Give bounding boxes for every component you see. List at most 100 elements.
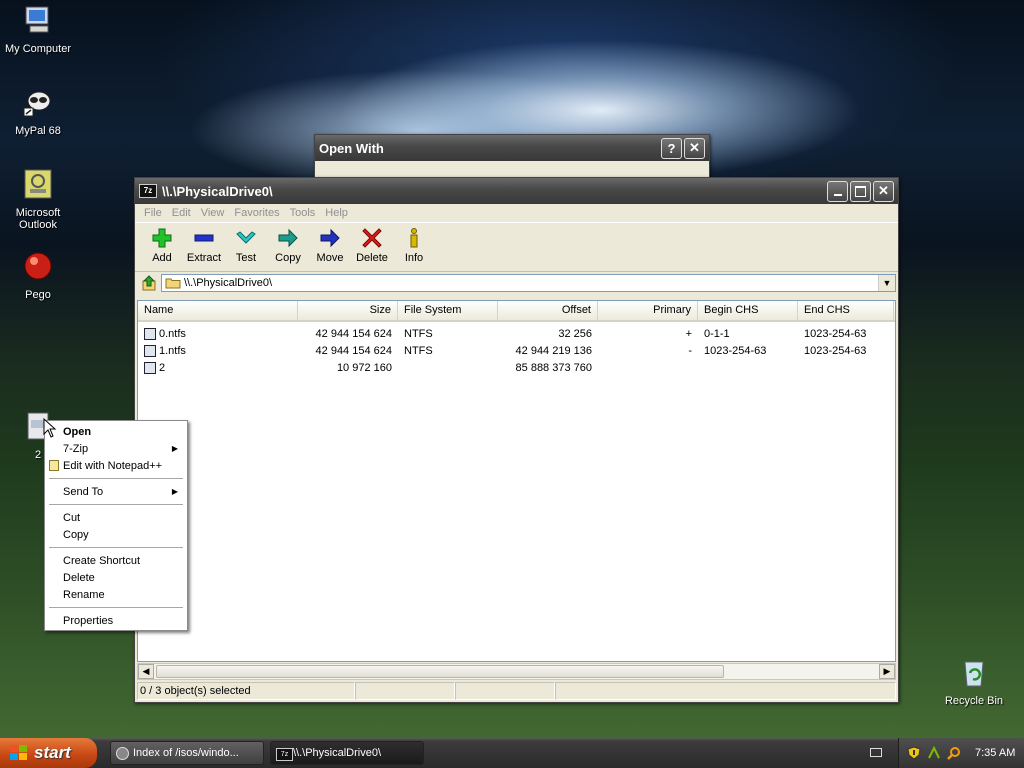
notepad-icon — [49, 460, 59, 471]
scroll-thumb[interactable] — [156, 665, 724, 678]
menu-separator — [49, 547, 183, 548]
up-folder-button[interactable] — [137, 274, 161, 292]
move-label: Move — [316, 252, 344, 264]
column-header-primary[interactable]: Primary — [598, 301, 698, 320]
extract-button[interactable]: Extract — [183, 227, 225, 264]
desktop-icon-recycle-bin[interactable]: Recycle Bin — [934, 656, 1014, 707]
arrow-right-icon — [278, 228, 298, 248]
row-name: 2 — [159, 362, 166, 374]
close-button[interactable]: ✕ — [684, 137, 705, 159]
clock[interactable]: 7:35 AM — [975, 747, 1015, 759]
desktop-icon-label: My Computer — [4, 43, 72, 55]
column-header-end-chs[interactable]: End CHS — [798, 301, 894, 320]
mouse-cursor-icon — [43, 418, 57, 438]
file-manager-window[interactable]: 7z \\.\PhysicalDrive0\ ✕ File Edit View … — [134, 177, 899, 703]
taskbar-button-7zip[interactable]: 7z \\.\PhysicalDrive0\ — [270, 741, 424, 765]
menu-item-copy[interactable]: Copy — [46, 526, 186, 543]
menu-item-label: Copy — [63, 528, 89, 541]
column-header-offset[interactable]: Offset — [498, 301, 598, 320]
menu-item-label: Edit with Notepad++ — [63, 459, 163, 472]
menu-view[interactable]: View — [196, 207, 230, 219]
menu-edit[interactable]: Edit — [167, 207, 196, 219]
menu-item-send-to[interactable]: Send To ▶ — [46, 483, 186, 500]
address-input[interactable]: \\.\PhysicalDrive0\ ▼ — [161, 274, 896, 292]
computer-icon — [25, 6, 49, 33]
menu-item-cut[interactable]: Cut — [46, 509, 186, 526]
menu-item-rename[interactable]: Rename — [46, 586, 186, 603]
row-primary — [598, 360, 698, 377]
keyboard-icon[interactable] — [870, 748, 882, 757]
desktop-icon-mypal[interactable]: MyPal 68 — [0, 86, 78, 137]
file-list[interactable]: Name Size File System Offset Primary Beg… — [137, 300, 896, 662]
search-icon[interactable] — [947, 746, 961, 760]
row-offset: 42 944 219 136 — [515, 345, 592, 357]
status-selection: 0 / 3 object(s) selected — [137, 682, 355, 700]
menu-item-properties[interactable]: Properties — [46, 612, 186, 629]
menu-item-label: Rename — [63, 588, 105, 601]
start-button[interactable]: start — [0, 738, 97, 768]
column-header-begin-chs[interactable]: Begin CHS — [698, 301, 798, 320]
menu-item-delete[interactable]: Delete — [46, 569, 186, 586]
column-header-size[interactable]: Size — [298, 301, 398, 320]
menu-item-label: Properties — [63, 614, 114, 627]
taskbar-button-browser[interactable]: Index of /isos/windo... — [110, 741, 264, 765]
maximize-button[interactable] — [850, 180, 871, 202]
desktop-icon-label: Microsoft Outlook — [15, 207, 61, 231]
menu-separator — [49, 504, 183, 505]
menu-item-open[interactable]: Open — [46, 423, 186, 440]
copy-label: Copy — [275, 252, 301, 264]
minimize-icon — [833, 194, 842, 196]
desktop-icon-my-computer[interactable]: My Computer — [0, 4, 78, 55]
address-dropdown-button[interactable]: ▼ — [878, 275, 895, 291]
status-cell — [355, 682, 455, 700]
status-cell — [455, 682, 555, 700]
row-begin-chs: 1023-254-63 — [704, 345, 767, 357]
info-button[interactable]: Info — [393, 227, 435, 264]
menu-item-edit-notepad[interactable]: Edit with Notepad++ — [46, 457, 186, 474]
scroll-right-button[interactable]: ▶ — [879, 664, 895, 679]
help-button[interactable]: ? — [661, 137, 682, 159]
horizontal-scrollbar[interactable]: ◀ ▶ — [137, 663, 896, 680]
info-icon — [410, 228, 418, 248]
chevron-left-icon: ◀ — [142, 666, 150, 677]
minimize-button[interactable] — [827, 180, 848, 202]
window-titlebar[interactable]: 7z \\.\PhysicalDrive0\ ✕ — [135, 178, 898, 204]
recycle-bin-icon — [964, 661, 984, 687]
menu-item-label: Create Shortcut — [63, 554, 141, 567]
column-header-file-system[interactable]: File System — [398, 301, 498, 320]
table-row[interactable]: 2 10 972 160 85 888 373 760 — [138, 360, 895, 377]
close-button[interactable]: ✕ — [873, 180, 894, 202]
network-icon[interactable] — [927, 746, 941, 760]
desktop-icon-outlook[interactable]: Microsoft Outlook — [0, 168, 78, 231]
window-title: \\.\PhysicalDrive0\ — [162, 183, 273, 199]
row-end-chs: 1023-254-63 — [804, 345, 867, 357]
menu-tools[interactable]: Tools — [285, 207, 321, 219]
delete-button[interactable]: Delete — [351, 227, 393, 264]
row-size: 10 972 160 — [336, 362, 392, 374]
desktop-icon-pego[interactable]: Pego — [0, 250, 78, 301]
table-row[interactable]: 0.ntfs 42 944 154 624 NTFS 32 256 + 0-1-… — [138, 326, 895, 343]
windows-logo-icon — [10, 745, 27, 760]
add-button[interactable]: Add — [141, 227, 183, 264]
column-header-name[interactable]: Name — [138, 301, 298, 320]
app-logo-icon: 7z — [139, 184, 157, 198]
menu-help[interactable]: Help — [320, 207, 353, 219]
scroll-left-button[interactable]: ◀ — [138, 664, 154, 679]
menu-item-create-shortcut[interactable]: Create Shortcut — [46, 552, 186, 569]
menu-item-label: Delete — [63, 571, 95, 584]
test-button[interactable]: Test — [225, 227, 267, 264]
browser-icon — [116, 747, 129, 760]
menu-favorites[interactable]: Favorites — [229, 207, 284, 219]
submenu-arrow-icon: ▶ — [171, 487, 178, 496]
table-row[interactable]: 1.ntfs 42 944 154 624 NTFS 42 944 219 13… — [138, 343, 895, 360]
move-button[interactable]: Move — [309, 227, 351, 264]
shield-icon[interactable] — [907, 746, 921, 760]
outlook-icon — [24, 169, 52, 199]
menu-separator — [49, 478, 183, 479]
extract-label: Extract — [186, 252, 222, 264]
copy-button[interactable]: Copy — [267, 227, 309, 264]
row-file-system: NTFS — [404, 328, 433, 340]
menu-item-7zip[interactable]: 7-Zip ▶ — [46, 440, 186, 457]
menu-file[interactable]: File — [139, 207, 167, 219]
open-with-titlebar[interactable]: Open With ? ✕ — [315, 135, 709, 161]
